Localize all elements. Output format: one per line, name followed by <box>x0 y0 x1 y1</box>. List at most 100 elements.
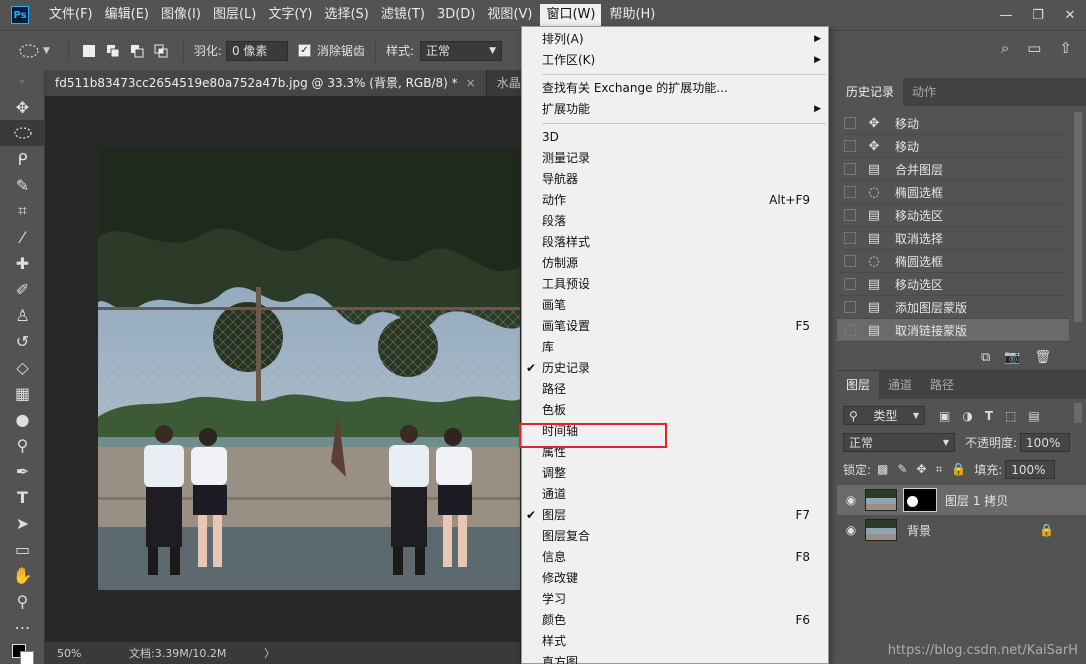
window-menu-item[interactable]: 样式 <box>522 631 828 652</box>
style-select[interactable]: 正常 ▼ <box>420 40 503 61</box>
window-menu-item[interactable]: ✔ 图层 F7 <box>522 505 828 526</box>
history-brush-source-box[interactable] <box>844 255 856 267</box>
trash-icon[interactable]: 🗑 <box>1034 350 1051 365</box>
history-state[interactable]: ▤ 取消选择 <box>837 227 1069 250</box>
window-menu-item[interactable]: 直方图 <box>522 652 828 664</box>
window-menu-item[interactable]: 学习 <box>522 589 828 610</box>
history-state[interactable]: ◌ 椭圆选框 <box>837 181 1069 204</box>
window-menu-item[interactable]: 排列(A) ▶ <box>522 29 828 50</box>
menu-window[interactable]: 窗口(W) <box>540 4 602 26</box>
crop-tool-icon[interactable]: ⌗ <box>0 198 45 224</box>
filter-adjustment-icon[interactable]: ◑ <box>962 409 972 423</box>
window-menu-item[interactable]: 色板 <box>522 400 828 421</box>
window-menu-item[interactable]: 扩展功能 ▶ <box>522 99 828 120</box>
history-state[interactable]: ✥ 移动 <box>837 112 1069 135</box>
antialias-checkbox[interactable]: ✓ <box>297 44 311 57</box>
clone-stamp-tool-icon[interactable]: ♙ <box>0 302 45 328</box>
pen-tool-icon[interactable]: ✒ <box>0 458 45 484</box>
lock-all-icon[interactable]: 🔒 <box>951 462 966 477</box>
lock-transparent-icon[interactable]: ▩ <box>877 462 888 477</box>
toolbar-grip[interactable]: » <box>0 70 44 94</box>
history-brush-source-box[interactable] <box>844 278 856 290</box>
minimize-button[interactable]: — <box>990 0 1022 30</box>
tab-channels[interactable]: 通道 <box>879 371 922 399</box>
eyedropper-tool-icon[interactable]: ⁄ <box>0 224 45 250</box>
window-menu-item[interactable]: ✔ 历史记录 <box>522 358 828 379</box>
brush-tool-icon[interactable]: ✐ <box>0 276 45 302</box>
history-brush-source-box[interactable] <box>844 140 856 152</box>
history-state[interactable]: ▤ 移动选区 <box>837 273 1069 296</box>
window-menu-item[interactable]: 调整 <box>522 463 828 484</box>
layers-scrollbar[interactable] <box>1074 403 1082 423</box>
menu-file[interactable]: 文件(F) <box>43 0 99 30</box>
history-scrollbar[interactable] <box>1074 112 1082 322</box>
close-tab-icon[interactable]: × <box>466 76 476 90</box>
tool-preset-picker[interactable]: ▼ <box>18 43 50 59</box>
tab-layers[interactable]: 图层 <box>837 371 880 399</box>
share-icon[interactable]: ⇧ <box>1059 39 1072 57</box>
history-state[interactable]: ◌ 椭圆选框 <box>837 250 1069 273</box>
zoom-tool-icon[interactable]: ⚲ <box>0 588 45 614</box>
lock-pixels-icon[interactable]: ✎ <box>897 462 907 477</box>
workspace-icon[interactable]: ▭ <box>1027 39 1041 57</box>
layer-row[interactable]: ◉ 图层 1 拷贝 <box>837 485 1086 515</box>
eye-icon[interactable]: ◉ <box>837 523 865 537</box>
subtract-selection-icon[interactable] <box>130 44 144 58</box>
history-brush-source-box[interactable] <box>844 301 856 313</box>
window-menu-item[interactable]: 段落样式 <box>522 232 828 253</box>
canvas-area[interactable] <box>45 96 520 642</box>
eye-icon[interactable]: ◉ <box>837 493 865 507</box>
history-brush-source-box[interactable] <box>844 209 856 221</box>
menu-image[interactable]: 图像(I) <box>155 0 207 30</box>
menu-layer[interactable]: 图层(L) <box>207 0 262 30</box>
window-menu-item[interactable]: 动作 Alt+F9 <box>522 190 828 211</box>
filter-smartobject-icon[interactable]: ▤ <box>1028 409 1039 423</box>
layer-filter-select[interactable]: ⚲ 类型 ▼ <box>843 406 925 425</box>
history-state[interactable]: ▤ 合并图层 <box>837 158 1069 181</box>
history-brush-source-box[interactable] <box>844 163 856 175</box>
menu-edit[interactable]: 编辑(E) <box>99 0 155 30</box>
filter-pixel-icon[interactable]: ▣ <box>939 409 950 423</box>
window-menu-item[interactable]: 库 <box>522 337 828 358</box>
dodge-tool-icon[interactable]: ⚲ <box>0 432 45 458</box>
menu-filter[interactable]: 滤镜(T) <box>375 0 431 30</box>
feather-input[interactable]: 0 像素 <box>225 40 288 61</box>
window-menu-item[interactable]: 通道 <box>522 484 828 505</box>
eraser-tool-icon[interactable]: ◇ <box>0 354 45 380</box>
snapshot-camera-icon[interactable]: 📷 <box>1004 350 1020 365</box>
history-state[interactable]: ▤ 取消链接蒙版 <box>837 319 1069 342</box>
window-menu-item[interactable]: 仿制源 <box>522 253 828 274</box>
search-icon[interactable]: ⌕ <box>1001 39 1009 57</box>
zoom-level[interactable]: 50% <box>57 647 127 660</box>
document-tab-active[interactable]: fd511b83473cc2654519e80a752a47b.jpg @ 33… <box>45 70 487 96</box>
window-menu-item[interactable]: 工作区(K) ▶ <box>522 50 828 71</box>
tab-history[interactable]: 历史记录 <box>837 78 904 106</box>
path-selection-tool-icon[interactable]: ➤ <box>0 510 45 536</box>
healing-brush-tool-icon[interactable]: ✚ <box>0 250 45 276</box>
fill-input[interactable]: 100% <box>1005 460 1056 479</box>
hand-tool-icon[interactable]: ✋ <box>0 562 45 588</box>
window-menu-item[interactable]: 路径 <box>522 379 828 400</box>
blur-tool-icon[interactable]: ● <box>0 406 45 432</box>
elliptical-marquee-tool-icon[interactable] <box>0 120 45 146</box>
more-tools-icon[interactable]: ⋯ <box>0 614 45 640</box>
window-menu-item[interactable]: 3D <box>522 127 828 148</box>
window-menu-item[interactable]: 图层复合 <box>522 526 828 547</box>
close-button[interactable]: ✕ <box>1054 0 1086 30</box>
document-image[interactable] <box>98 147 520 590</box>
lasso-tool-icon[interactable]: ᑭ <box>0 146 45 172</box>
history-state[interactable]: ▤ 移动选区 <box>837 204 1069 227</box>
window-menu-item[interactable]: 段落 <box>522 211 828 232</box>
history-brush-tool-icon[interactable]: ↺ <box>0 328 45 354</box>
window-menu-item[interactable]: 信息 F8 <box>522 547 828 568</box>
tab-paths[interactable]: 路径 <box>921 371 964 399</box>
history-state[interactable]: ✥ 移动 <box>837 135 1069 158</box>
add-selection-icon[interactable] <box>106 44 120 58</box>
move-tool-icon[interactable]: ✥ <box>0 94 45 120</box>
history-brush-source-box[interactable] <box>844 324 856 336</box>
menu-3d[interactable]: 3D(D) <box>431 0 481 30</box>
status-arrow-icon[interactable]: 〉 <box>264 645 275 661</box>
window-menu-item[interactable]: 画笔 <box>522 295 828 316</box>
window-menu-item[interactable]: 导航器 <box>522 169 828 190</box>
tab-actions[interactable]: 动作 <box>903 78 946 106</box>
